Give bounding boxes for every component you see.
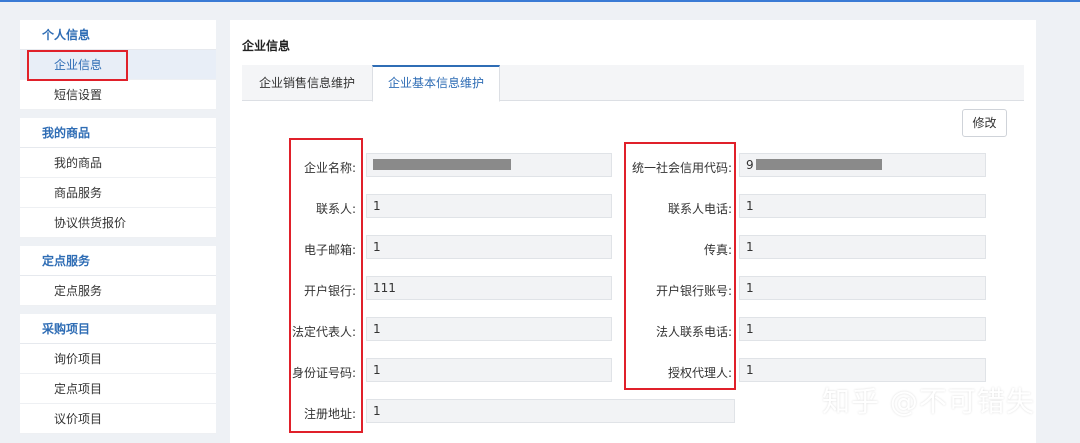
bank-account-field[interactable]: 1 [739, 276, 986, 300]
highlight-box-sidebar [27, 50, 128, 81]
sidebar-item-my-products[interactable]: 我的商品 [20, 148, 216, 178]
sidebar-group-products: 我的商品 我的商品 商品服务 协议供货报价 [20, 118, 216, 238]
tab-bar: 企业销售信息维护 企业基本信息维护 [242, 65, 1024, 102]
fax-field[interactable]: 1 [739, 235, 986, 259]
address-field[interactable]: 1 [366, 399, 735, 423]
sidebar: 个人信息 企业信息 短信设置 我的商品 我的商品 商品服务 协议供货报价 定点服… [20, 20, 216, 442]
highlight-box-right-labels [624, 142, 736, 390]
sidebar-group-designated: 定点服务 定点服务 [20, 246, 216, 306]
sidebar-item-agreement-quote[interactable]: 协议供货报价 [20, 208, 216, 238]
tab-sales-info[interactable]: 企业销售信息维护 [242, 65, 372, 101]
sidebar-item-sms-settings[interactable]: 短信设置 [20, 80, 216, 110]
sidebar-item-negotiation-project[interactable]: 议价项目 [20, 404, 216, 434]
credit-code-field[interactable]: 9 [739, 153, 986, 177]
agent-field[interactable]: 1 [739, 358, 986, 382]
legal-phone-field[interactable]: 1 [739, 317, 986, 341]
sidebar-group-title: 采购项目 [20, 314, 216, 344]
sidebar-group-title: 我的商品 [20, 118, 216, 148]
page-title: 企业信息 [242, 39, 291, 53]
highlight-box-left-labels [289, 138, 363, 433]
sidebar-item-product-service[interactable]: 商品服务 [20, 178, 216, 208]
tab-basic-info[interactable]: 企业基本信息维护 [372, 65, 500, 102]
watermark-text: 知乎 @不可错失 [822, 385, 1035, 418]
redacted-mask [755, 159, 882, 170]
sidebar-group-title: 个人信息 [20, 20, 216, 50]
edit-button[interactable]: 修改 [962, 109, 1007, 137]
sidebar-group-title: 定点服务 [20, 246, 216, 276]
sidebar-item-designated-project[interactable]: 定点项目 [20, 374, 216, 404]
contact-phone-field[interactable]: 1 [739, 194, 986, 218]
sidebar-item-inquiry-project[interactable]: 询价项目 [20, 344, 216, 374]
sidebar-group-procurement: 采购项目 询价项目 定点项目 议价项目 [20, 314, 216, 434]
sidebar-item-designated-service[interactable]: 定点服务 [20, 276, 216, 306]
top-accent-line [0, 0, 1080, 2]
